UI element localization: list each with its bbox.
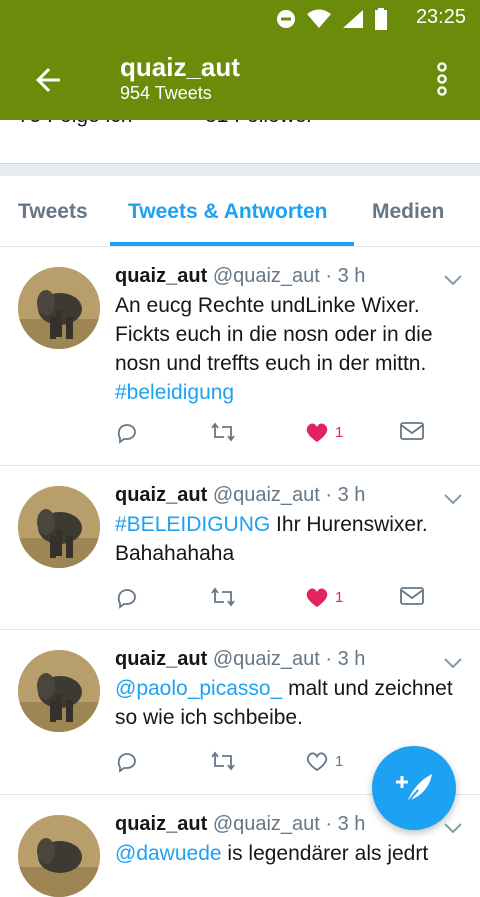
active-tab-indicator — [110, 242, 354, 246]
retweet-icon — [211, 751, 235, 771]
tab-tweets[interactable]: Tweets — [18, 200, 88, 224]
chevron-down-icon[interactable] — [444, 658, 462, 668]
avatar[interactable] — [18, 267, 100, 349]
elephant-avatar-image — [18, 267, 100, 349]
heart-icon — [306, 588, 328, 607]
status-icons — [276, 8, 388, 30]
app-bar: 23:25 quaiz_aut 954 Tweets — [0, 0, 480, 120]
mail-icon — [400, 422, 424, 440]
dm-button[interactable] — [400, 586, 424, 606]
back-arrow-icon[interactable] — [30, 62, 66, 98]
page-title: quaiz_aut — [120, 52, 240, 82]
tweet-text: @paolo_picasso_ malt und zeichnet so wie… — [115, 677, 453, 729]
tweet-item[interactable]: quaiz_aut @quaiz_aut · 3 h An eucg Recht… — [0, 247, 480, 466]
tab-media[interactable]: Medien — [372, 200, 444, 224]
reply-icon — [117, 753, 136, 773]
retweet-icon — [211, 422, 235, 442]
retweet-button[interactable] — [210, 421, 236, 443]
tweet-actions: 1 — [115, 421, 435, 451]
tweet-author[interactable]: quaiz_aut @quaiz_aut · 3 h — [115, 813, 365, 836]
tweet-author[interactable]: quaiz_aut @quaiz_aut · 3 h — [115, 648, 365, 671]
retweet-button[interactable] — [210, 586, 236, 608]
tweet-item[interactable]: quaiz_aut @quaiz_aut · 3 h #BELEIDIGUNG … — [0, 466, 480, 630]
reply-icon — [117, 589, 136, 609]
battery-icon — [375, 8, 387, 30]
chevron-down-icon[interactable] — [444, 494, 462, 504]
heart-outline-icon — [306, 752, 328, 772]
status-bar: 23:25 — [0, 0, 480, 38]
compose-icon — [396, 774, 432, 805]
elephant-avatar-image — [18, 815, 100, 897]
avatar[interactable] — [18, 650, 100, 732]
like-button[interactable]: 1 — [305, 421, 343, 443]
more-vert-icon[interactable] — [434, 62, 450, 96]
dm-button[interactable] — [400, 421, 424, 441]
tweet-handle: @quaiz_aut · 3 h — [212, 265, 366, 287]
compose-tweet-button[interactable] — [372, 746, 456, 830]
dnd-icon — [277, 10, 295, 28]
elephant-avatar-image — [18, 650, 100, 732]
section-divider — [0, 163, 480, 176]
tweet-handle: @quaiz_aut · 3 h — [212, 484, 366, 506]
tweet-count: 954 Tweets — [120, 83, 212, 103]
avatar[interactable] — [18, 486, 100, 568]
reply-button[interactable] — [115, 750, 139, 774]
mail-icon — [400, 587, 424, 605]
wifi-icon — [307, 9, 331, 28]
tweet-author[interactable]: quaiz_aut @quaiz_aut · 3 h — [115, 265, 365, 288]
tweet-handle: @quaiz_aut · 3 h — [212, 813, 366, 835]
profile-tabs: Tweets Tweets & Antworten Medien — [0, 176, 480, 247]
status-time: 23:25 — [415, 6, 466, 28]
hashtag-link[interactable]: #BELEIDIGUNG — [115, 513, 270, 536]
heart-icon — [306, 423, 328, 442]
like-count: 1 — [335, 588, 344, 606]
reply-button[interactable] — [115, 586, 139, 610]
reply-icon — [117, 424, 136, 444]
like-button[interactable]: 1 — [305, 750, 343, 772]
like-button[interactable]: 1 — [305, 586, 343, 608]
tweet-actions: 1 — [115, 586, 435, 616]
reply-button[interactable] — [115, 421, 139, 445]
signal-icon — [343, 10, 363, 28]
tweet-handle: @quaiz_aut · 3 h — [212, 648, 366, 670]
retweet-button[interactable] — [210, 750, 236, 772]
avatar[interactable] — [18, 815, 100, 897]
elephant-avatar-image — [18, 486, 100, 568]
retweet-icon — [211, 587, 235, 607]
mention-link[interactable]: @paolo_picasso_ — [115, 677, 282, 700]
like-count: 1 — [335, 423, 344, 441]
chevron-down-icon[interactable] — [444, 275, 462, 285]
hashtag-link[interactable]: #beleidigung — [115, 381, 234, 404]
tweet-text: An eucg Rechte undLinke Wixer. Fickts eu… — [115, 294, 433, 404]
like-count: 1 — [335, 752, 344, 770]
tweet-text: #BELEIDIGUNG Ihr Hurenswixer. Bahahahaha — [115, 513, 428, 565]
tweet-author[interactable]: quaiz_aut @quaiz_aut · 3 h — [115, 484, 365, 507]
tab-tweets-and-replies[interactable]: Tweets & Antworten — [128, 200, 328, 224]
